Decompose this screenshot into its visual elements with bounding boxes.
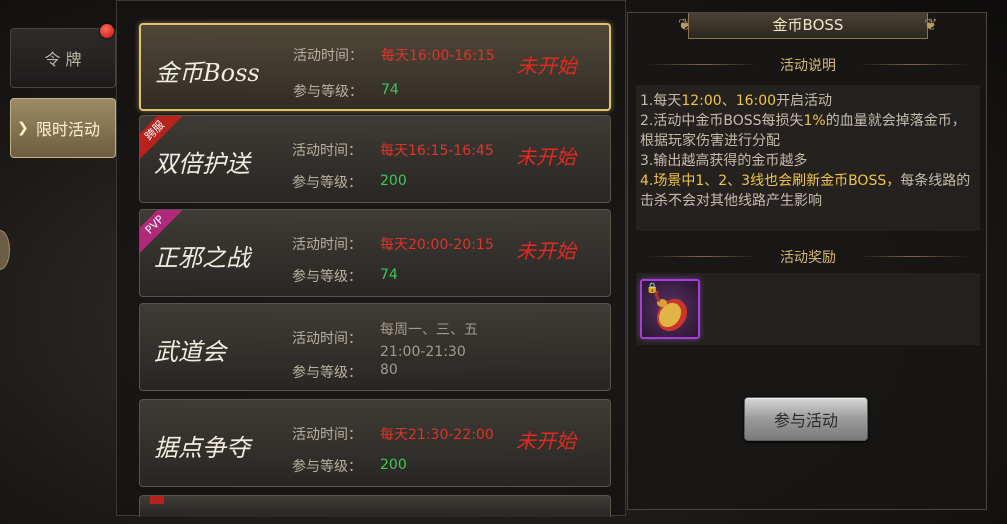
activity-name: 金币Boss bbox=[155, 59, 260, 87]
activity-time: 每天20:00-20:15 bbox=[380, 237, 494, 253]
activity-level: 80 bbox=[380, 362, 398, 378]
level-label: 参与等级： bbox=[292, 175, 362, 191]
tab-token[interactable]: 令 牌 bbox=[10, 28, 116, 88]
activity-time-days: 每周一、三、五 bbox=[380, 322, 478, 338]
time-label: 活动时间： bbox=[292, 427, 362, 443]
activity-card-double-escort[interactable]: 跨服 双倍护送 活动时间： 每天16:15-16:45 参与等级： 200 未开… bbox=[139, 115, 611, 203]
reward-area: 🔒 bbox=[636, 273, 980, 345]
badge-corner bbox=[150, 496, 164, 504]
tab-token-label: 令 牌 bbox=[44, 50, 82, 69]
tab-limited-activity[interactable]: ❯ 限时活动 bbox=[10, 98, 116, 158]
join-activity-button[interactable]: 参与活动 bbox=[744, 397, 868, 441]
activity-card-stronghold-battle[interactable]: 据点争夺 活动时间： 每天21:30-22:00 参与等级： 200 未开始 bbox=[139, 399, 611, 487]
reward-heading: 活动奖励 bbox=[780, 250, 836, 266]
desc-line-3: 3.输出越高获得的金币越多 bbox=[640, 153, 808, 169]
activity-description: 1.每天12:00、16:00开启活动 2.活动中金币BOSS每损失1%的血量就… bbox=[636, 85, 980, 231]
activity-level: 74 bbox=[381, 82, 399, 98]
level-label: 参与等级： bbox=[293, 84, 363, 100]
time-label: 活动时间： bbox=[292, 331, 362, 347]
desc-line-2: 2.活动中金币BOSS每损失1%的血量就会掉落金币，根据玩家伤害进行分配 bbox=[640, 113, 966, 149]
activity-level: 200 bbox=[380, 173, 407, 189]
edge-knob bbox=[0, 230, 10, 270]
desc-line-1: 1.每天12:00、16:00开启活动 bbox=[640, 93, 833, 109]
activity-name: 武道会 bbox=[154, 338, 226, 366]
desc-heading: 活动说明 bbox=[780, 58, 836, 74]
activity-card-good-evil-war[interactable]: PVP 正邪之战 活动时间： 每天20:00-20:15 参与等级： 74 未开… bbox=[139, 209, 611, 297]
activity-status: 未开始 bbox=[517, 54, 577, 78]
desc-line-4: 4.场景中1、2、3线也会刷新金币BOSS，每条线路的击杀不会对其他线路产生影响 bbox=[640, 173, 971, 209]
level-label: 参与等级： bbox=[292, 269, 362, 285]
ornament-right-icon: ❦ bbox=[924, 15, 938, 34]
activity-name: 双倍护送 bbox=[154, 150, 250, 178]
time-label: 活动时间： bbox=[293, 48, 363, 64]
activity-time: 每天21:30-22:00 bbox=[380, 427, 494, 443]
reward-item-slot[interactable]: 🔒 bbox=[640, 279, 700, 339]
activity-status: 未开始 bbox=[516, 145, 576, 169]
divider bbox=[858, 256, 968, 257]
chevron-right-icon: ❯ bbox=[17, 120, 29, 136]
tab-limited-activity-label: 限时活动 bbox=[35, 120, 100, 139]
activity-card-martial-tournament[interactable]: 武道会 活动时间： 每周一、三、五 21:00-21:30 参与等级： 80 bbox=[139, 303, 611, 391]
level-label: 参与等级： bbox=[292, 459, 362, 475]
notification-dot bbox=[100, 24, 114, 38]
time-label: 活动时间： bbox=[292, 237, 362, 253]
activity-name: 正邪之战 bbox=[154, 244, 250, 272]
activity-time: 每周一、三、五 21:00-21:30 bbox=[380, 319, 478, 363]
activity-time: 每天16:15-16:45 bbox=[380, 143, 494, 159]
activity-list-panel: 金币Boss 活动时间： 每天16:00-16:15 参与等级： 74 未开始 … bbox=[116, 0, 626, 517]
divider bbox=[858, 64, 968, 65]
activity-status: 未开始 bbox=[516, 239, 576, 263]
activity-time: 每天16:00-16:15 bbox=[381, 48, 495, 64]
activity-detail-panel: ❦ 金币BOSS ❦ 活动说明 1.每天12:00、16:00开启活动 2.活动… bbox=[627, 12, 987, 510]
activity-status: 未开始 bbox=[516, 429, 576, 453]
activity-time-hours: 21:00-21:30 bbox=[380, 344, 466, 360]
level-label: 参与等级： bbox=[292, 365, 362, 381]
detail-title: 金币BOSS bbox=[688, 13, 928, 39]
activity-level: 74 bbox=[380, 267, 398, 283]
activity-card-gold-boss[interactable]: 金币Boss 活动时间： 每天16:00-16:15 参与等级： 74 未开始 bbox=[139, 23, 611, 111]
activity-level: 200 bbox=[380, 457, 407, 473]
activity-name: 据点争夺 bbox=[154, 434, 250, 462]
gold-coin-pouch-icon bbox=[654, 289, 688, 332]
time-label: 活动时间： bbox=[292, 143, 362, 159]
activity-card-partial[interactable] bbox=[139, 495, 611, 517]
